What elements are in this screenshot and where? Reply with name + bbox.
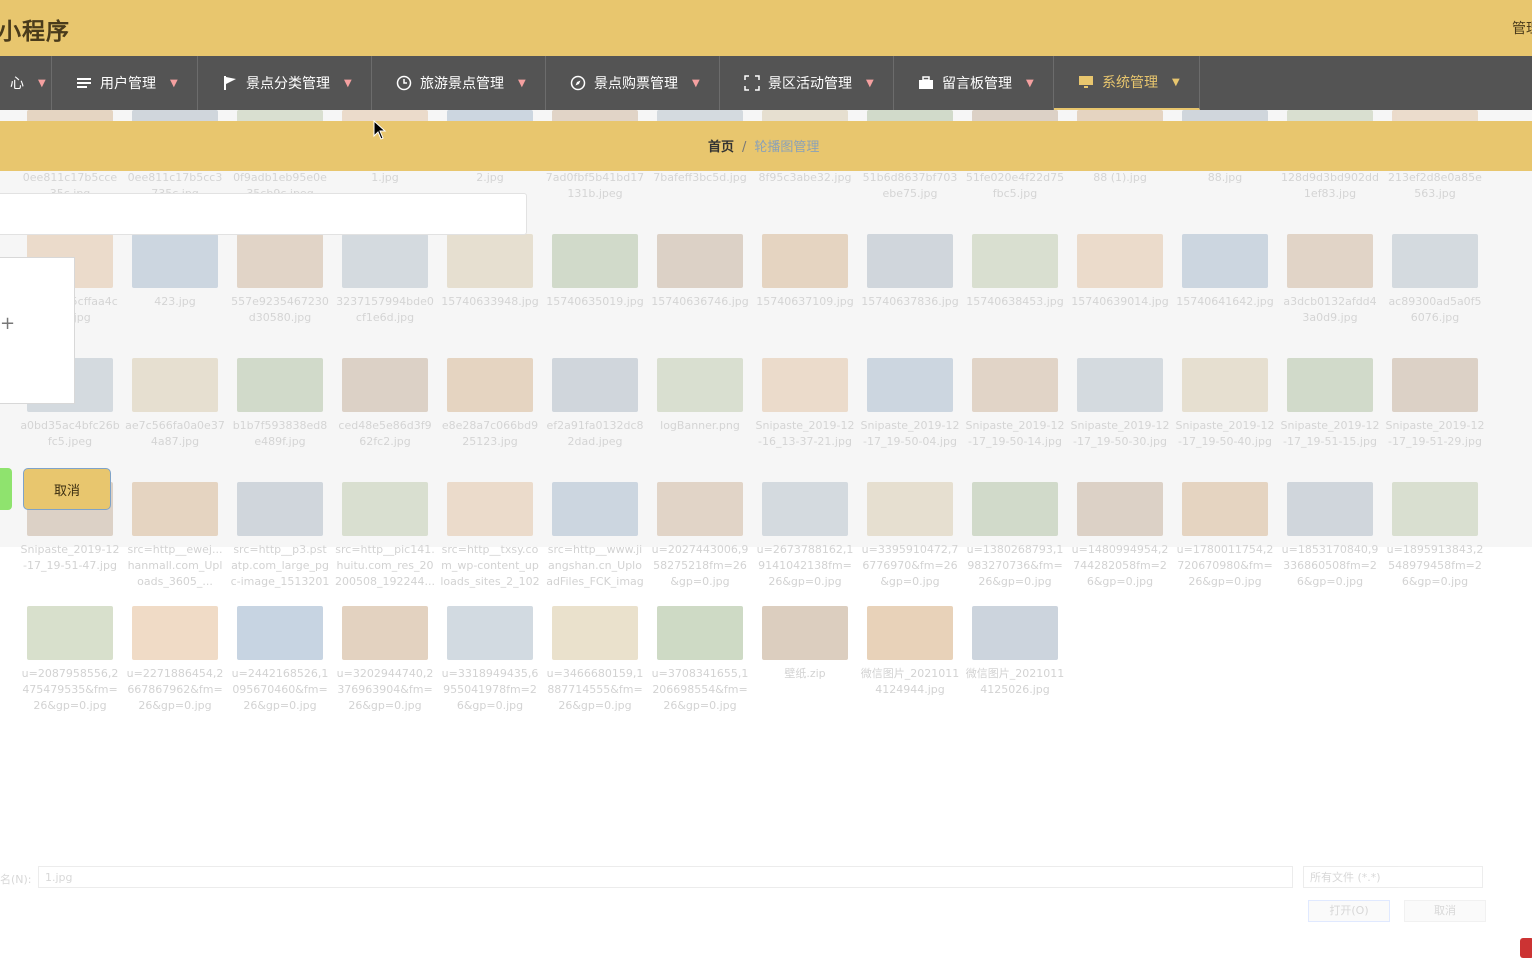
breadcrumb: 首页 / 轮播图管理 — [708, 136, 819, 155]
file-name: u=2271886454,2667867962&fm=26&gp=0.jpg — [126, 667, 224, 712]
nav-item-tickets[interactable]: 景点购票管理 ▼ — [546, 56, 720, 110]
file-name: u=3466680159,1887714555&fm=26&gp=0.jpg — [546, 667, 644, 712]
file-name: 微信图片_20210114125026.jpg — [965, 667, 1065, 696]
filetype-select[interactable]: 所有文件 (*.*) — [1303, 866, 1483, 888]
nav-item-label: 用户管理 — [100, 76, 156, 92]
file-item[interactable]: u=2442168526,1095670460&fm=26&gp=0.jpg — [230, 606, 330, 714]
chevron-down-icon: ▼ — [518, 77, 526, 89]
file-name: src=http__pic141.huitu.com_res_20200508_… — [335, 543, 435, 588]
file-item[interactable]: 壁纸.zip — [755, 606, 855, 682]
chevron-down-icon: ▼ — [692, 77, 700, 89]
file-thumbnail — [867, 606, 953, 660]
file-name: 壁纸.zip — [784, 667, 826, 680]
file-thumbnail — [972, 606, 1058, 660]
briefcase-icon — [919, 76, 933, 89]
file-name: u=1853170840,9336860508fm=26&gp=0.jpg — [1281, 543, 1379, 588]
nav-item-activities[interactable]: 景区活动管理 ▼ — [720, 56, 894, 110]
file-thumbnail — [762, 606, 848, 660]
nav-item-label: 心 — [10, 76, 24, 92]
file-name: src=http__ewej...hanmall.com_Uploads_360… — [127, 543, 223, 588]
upload-plus-icon: + — [0, 313, 16, 334]
nav-item-center[interactable]: 心 ▼ — [0, 56, 52, 110]
app-title: 小程序 — [0, 19, 70, 45]
file-item[interactable]: u=2087958556,2475479535&fm=26&gp=0.jpg — [20, 606, 120, 714]
chevron-down-icon: ▼ — [866, 77, 874, 89]
file-name: u=1780011754,2720670980&fm=26&gp=0.jpg — [1176, 543, 1274, 588]
file-name: u=2027443006,958275218fm=26&gp=0.jpg — [651, 543, 749, 588]
monitor-icon — [1079, 76, 1093, 88]
nav-item-label: 景点分类管理 — [246, 76, 330, 92]
file-item[interactable]: 微信图片_20210114124944.jpg — [860, 606, 960, 698]
chevron-down-icon: ▼ — [1026, 77, 1034, 89]
file-name: u=3202944740,2376963904&fm=26&gp=0.jpg — [336, 667, 434, 712]
breadcrumb-home[interactable]: 首页 — [708, 140, 734, 155]
admin-label[interactable]: 管理 — [1512, 18, 1532, 38]
submit-button[interactable] — [0, 468, 12, 510]
chevron-down-icon: ▼ — [170, 77, 178, 89]
breadcrumb-current: 轮播图管理 — [754, 140, 820, 155]
file-thumbnail — [657, 606, 743, 660]
nav-item-users[interactable]: 用户管理 ▼ — [52, 56, 198, 110]
nav-item-system[interactable]: 系统管理 ▼ — [1054, 56, 1200, 110]
clock-icon — [396, 75, 412, 91]
nav-item-label: 景点购票管理 — [594, 76, 678, 92]
file-name: u=2442168526,1095670460&fm=26&gp=0.jpg — [231, 667, 329, 712]
file-name: u=3708341655,1206698554&fm=26&gp=0.jpg — [651, 667, 749, 712]
file-item[interactable]: u=3466680159,1887714555&fm=26&gp=0.jpg — [545, 606, 645, 714]
fullscreen-icon — [744, 75, 760, 91]
file-thumbnail — [552, 606, 638, 660]
main-nav: 心 ▼ 用户管理 ▼ 景点分类管理 ▼ 旅游景点管理 ▼ 景点购票管理 ▼ 景区… — [0, 56, 1532, 110]
file-item[interactable]: u=3318949435,6955041978fm=26&gp=0.jpg — [440, 606, 540, 714]
file-item[interactable]: 微信图片_20210114125026.jpg — [965, 606, 1065, 698]
file-item[interactable]: u=2271886454,2667867962&fm=26&gp=0.jpg — [125, 606, 225, 714]
cancel-button[interactable]: 取消 — [23, 468, 111, 510]
file-name: u=3318949435,6955041978fm=26&gp=0.jpg — [441, 667, 539, 712]
nav-item-label: 系统管理 — [1102, 75, 1158, 91]
flag-icon — [224, 76, 236, 90]
nav-item-categories[interactable]: 景点分类管理 ▼ — [198, 56, 372, 110]
nav-item-messages[interactable]: 留言板管理 ▼ — [894, 56, 1054, 110]
filename-label: 名(N): — [0, 873, 32, 886]
file-name: u=2087958556,2475479535&fm=26&gp=0.jpg — [21, 667, 119, 712]
file-name: u=2673788162,19141042138fm=26&gp=0.jpg — [756, 543, 854, 588]
file-thumbnail — [237, 606, 323, 660]
list-icon — [77, 78, 91, 88]
compass-icon — [570, 75, 586, 91]
file-thumbnail — [27, 606, 113, 660]
file-name: u=1895913843,2548979458fm=26&gp=0.jpg — [1386, 543, 1484, 588]
form-input-box[interactable] — [0, 193, 527, 235]
chevron-down-icon: ▼ — [344, 77, 352, 89]
nav-item-label: 景区活动管理 — [768, 76, 852, 92]
file-thumbnail — [342, 606, 428, 660]
chevron-down-icon: ▼ — [38, 77, 46, 89]
dialog-cancel-button[interactable]: 取消 — [1404, 900, 1486, 922]
file-item[interactable]: u=3708341655,1206698554&fm=26&gp=0.jpg — [650, 606, 750, 714]
nav-item-attractions[interactable]: 旅游景点管理 ▼ — [372, 56, 546, 110]
tray-app-icon[interactable] — [1520, 938, 1532, 958]
breadcrumb-separator: / — [742, 140, 747, 155]
chevron-down-icon: ▼ — [1172, 76, 1180, 88]
file-name: 微信图片_20210114124944.jpg — [860, 667, 960, 696]
nav-item-label: 旅游景点管理 — [420, 76, 504, 92]
file-name: src=http__txsy.com_wp-content_uploads_si… — [440, 543, 540, 588]
overlay-shade — [0, 110, 1532, 547]
mouse-cursor-icon — [373, 120, 387, 140]
file-name: u=1480994954,2744282058fm=26&gp=0.jpg — [1071, 543, 1169, 588]
file-item[interactable]: u=3202944740,2376963904&fm=26&gp=0.jpg — [335, 606, 435, 714]
file-name: u=3395910472,76776970&fm=26&gp=0.jpg — [861, 543, 959, 588]
dialog-open-button[interactable]: 打开(O) — [1308, 900, 1390, 922]
file-thumbnail — [132, 606, 218, 660]
file-thumbnail — [447, 606, 533, 660]
nav-item-label: 留言板管理 — [942, 76, 1012, 92]
file-name: src=http__p3.pstatp.com_large_pgc-image_… — [230, 543, 330, 588]
filename-input[interactable]: 1.jpg — [38, 866, 1293, 888]
file-name: u=1380268793,1983270736&fm=26&gp=0.jpg — [966, 543, 1064, 588]
top-header: 小程序 管理 — [0, 0, 1532, 56]
file-name: src=http__www.jiangshan.cn_UploadFiles_F… — [546, 543, 644, 588]
filename-row: 名(N): 1.jpg 所有文件 (*.*) — [0, 864, 1490, 890]
